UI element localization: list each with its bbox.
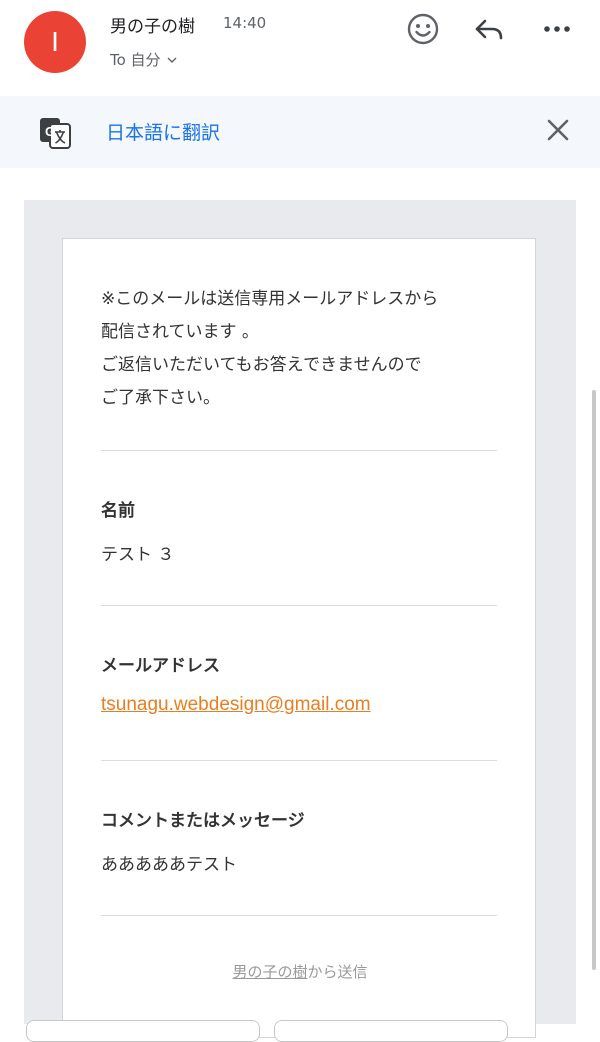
more-icon[interactable]	[540, 12, 574, 46]
message-card: ※このメールは送信専用メールアドレスから 配信されています 。 ご返信いただいて…	[62, 238, 536, 1038]
comment-field-label: コメントまたはメッセージ	[101, 811, 305, 831]
email-field-label: メールアドレス	[101, 656, 220, 676]
footer-text: 男の子の樹から送信	[63, 961, 537, 982]
recipient-label: To 自分	[110, 51, 161, 69]
email-field-value: tsunagu.webdesign@gmail.com	[101, 694, 371, 716]
reply-icon[interactable]	[472, 12, 506, 46]
notice-line: ※このメールは送信専用メールアドレスから	[101, 289, 439, 309]
translate-link[interactable]: 日本語に翻訳	[106, 118, 220, 145]
scrollbar[interactable]	[592, 390, 596, 970]
name-field-label: 名前	[101, 501, 135, 521]
notice-text: ※このメールは送信専用メールアドレスから 配信されています 。 ご返信いただいて…	[101, 283, 511, 415]
sender-name[interactable]: 男の子の樹	[110, 12, 195, 37]
recipient-toggle[interactable]: To 自分	[110, 49, 177, 70]
footer-site-link[interactable]: 男の子の樹	[232, 963, 307, 981]
footer-suffix: から送信	[307, 963, 368, 981]
comment-field-value: あああああテスト	[101, 855, 237, 875]
notice-line: ご返信いただいてもお答えできませんので	[101, 355, 422, 375]
email-link[interactable]: tsunagu.webdesign@gmail.com	[101, 694, 371, 715]
notice-line: ご了承下さい。	[101, 388, 220, 408]
divider	[101, 605, 497, 606]
divider	[101, 450, 497, 451]
sent-time: 14:40	[223, 14, 267, 32]
name-field-value: テスト ３	[101, 545, 175, 565]
divider	[101, 915, 497, 916]
bottom-action-button[interactable]	[26, 1020, 260, 1042]
email-header: I 男の子の樹 14:40 To 自分	[0, 0, 600, 96]
chevron-down-icon	[167, 57, 177, 63]
close-icon[interactable]	[544, 116, 572, 144]
bottom-action-button[interactable]	[274, 1020, 508, 1042]
message-frame: ※このメールは送信専用メールアドレスから 配信されています 。 ご返信いただいて…	[24, 200, 576, 1038]
translate-bar: G 日本語に翻訳	[0, 96, 600, 168]
translate-icon: G	[40, 118, 71, 149]
svg-text:G: G	[45, 124, 55, 139]
emoji-icon[interactable]	[406, 12, 440, 46]
divider	[101, 760, 497, 761]
avatar[interactable]: I	[24, 11, 86, 73]
notice-line: 配信されています 。	[101, 322, 259, 342]
